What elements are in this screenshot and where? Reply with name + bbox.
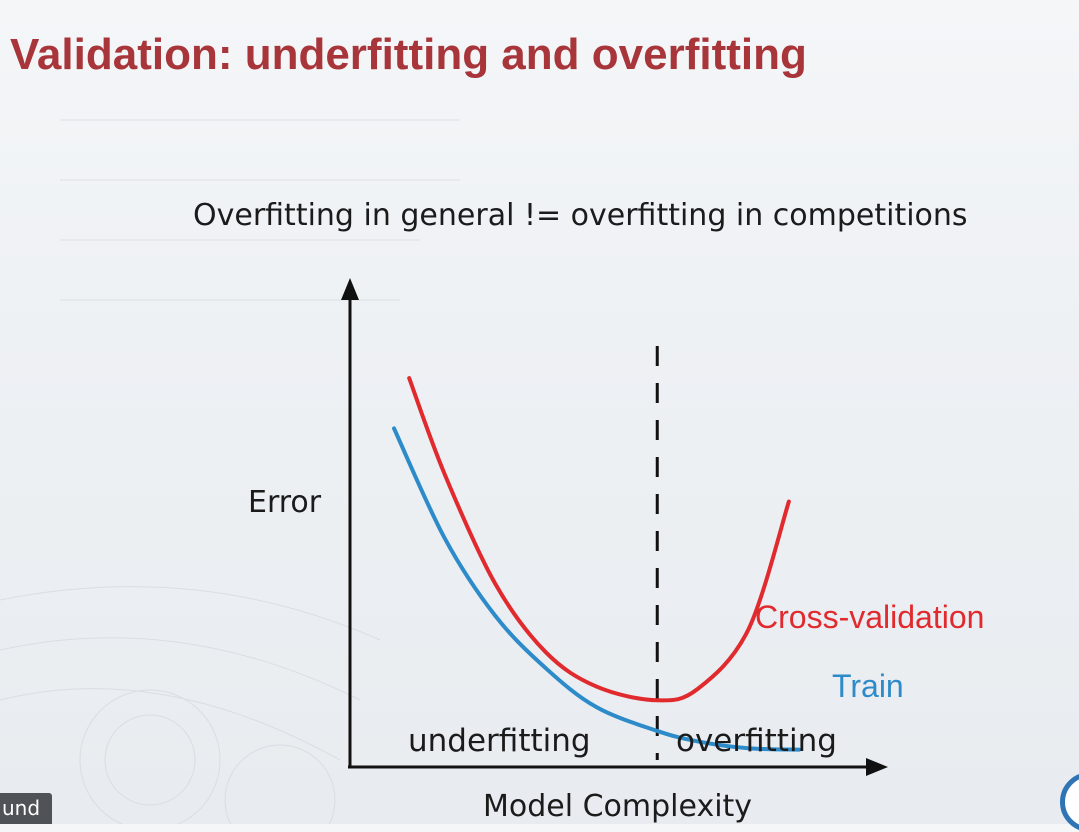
x-axis-label: Model Complexity (483, 789, 752, 824)
cross-validation-label: Cross-validation (755, 599, 984, 635)
x-axis-arrow-icon (866, 758, 888, 776)
train-label: Train (832, 668, 904, 704)
error-vs-complexity-chart: Error Model Complexity Cross-validation Tra… (248, 278, 984, 824)
caption-overlay: und (0, 793, 52, 824)
train-curve (392, 426, 801, 752)
y-axis-label: Error (248, 485, 322, 520)
y-axis-arrow-icon (341, 278, 359, 300)
region-label-underfitting: underfitting (408, 723, 591, 759)
region-label-overfitting: overfitting (676, 723, 837, 759)
cross-validation-curve (407, 376, 791, 703)
